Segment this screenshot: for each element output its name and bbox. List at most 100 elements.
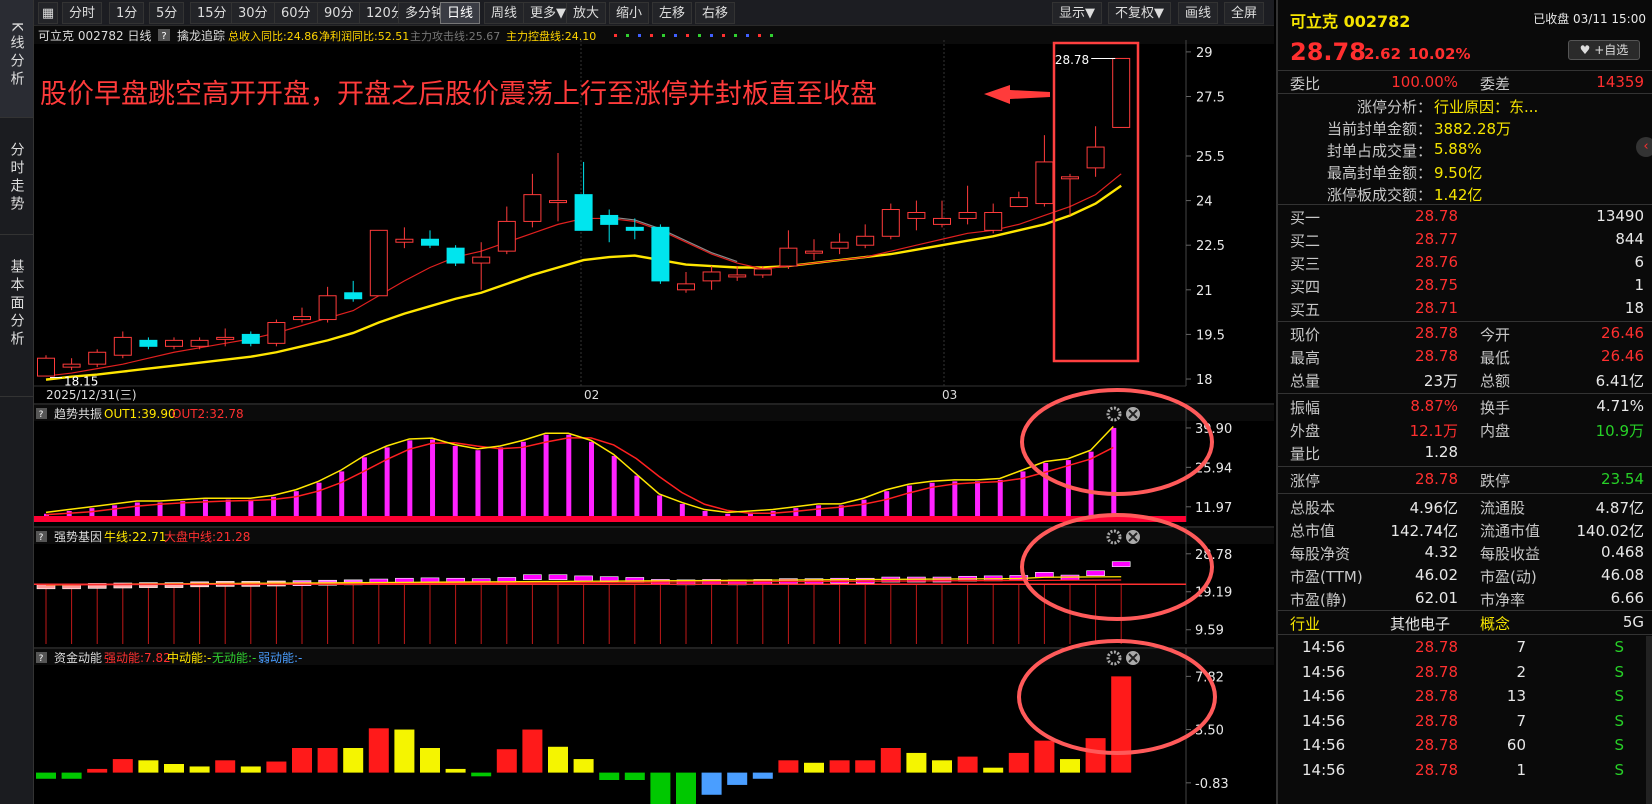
add-favorite-button[interactable]: ♥ +自选 — [1568, 40, 1640, 60]
candle — [1112, 57, 1131, 128]
fund-bar — [61, 772, 82, 779]
candle-body — [216, 336, 235, 340]
period-button-6[interactable]: 90分 — [317, 2, 361, 24]
action-button-0[interactable]: 放大 — [566, 2, 607, 24]
candle-body — [190, 339, 209, 347]
candle-body — [574, 194, 593, 231]
weicha-value: 14359 — [1596, 73, 1644, 91]
layout-grid-icon[interactable]: ▦ — [38, 2, 58, 24]
tick-time: 14:56 — [1302, 687, 1346, 705]
price-tick-label: 18 — [1196, 373, 1213, 388]
header-dot — [614, 34, 617, 37]
tick-scrollbar[interactable] — [1646, 636, 1652, 804]
tick-time: 14:56 — [1302, 662, 1346, 681]
candle-body — [88, 351, 107, 365]
right-action-button-0[interactable]: 显示▼ — [1052, 2, 1102, 24]
candle-body — [344, 292, 363, 300]
month-02-label: 02 — [584, 388, 599, 402]
candle-body — [958, 211, 977, 219]
divider — [1278, 634, 1652, 635]
fund-bar — [983, 767, 1004, 773]
side-tab-2[interactable]: 基本面分析 — [0, 237, 33, 397]
period-button-3[interactable]: 15分 — [190, 2, 234, 24]
right-action-button-2[interactable]: 画线 — [1178, 2, 1219, 24]
period-button-9[interactable]: 日线 — [440, 2, 481, 24]
action-button-3[interactable]: 右移 — [695, 2, 736, 24]
period-button-4[interactable]: 30分 — [231, 2, 275, 24]
right-action-button-1[interactable]: 不复权▼ — [1108, 2, 1171, 24]
stat-value-left: 62.01 — [1415, 589, 1458, 607]
panel-tick-label: -0.83 — [1195, 777, 1229, 792]
trend-bar — [316, 482, 322, 518]
date-start-label: 2025/12/31(三) — [46, 388, 137, 402]
fund-bar — [36, 772, 56, 779]
industry-value: 其他电子 — [1390, 615, 1451, 633]
fund-bar — [292, 748, 312, 773]
candle-body — [830, 241, 849, 249]
period-button-1[interactable]: 1分 — [109, 2, 145, 24]
right-action-button-3[interactable]: 全屏 — [1224, 2, 1265, 24]
fund-bar — [906, 752, 927, 773]
side-tab-1[interactable]: 分时走势 — [0, 120, 33, 235]
action-button-2[interactable]: 左移 — [652, 2, 693, 24]
side-tab-0[interactable]: K线分析 — [0, 0, 33, 118]
header-dot — [758, 34, 761, 37]
stat-value-right: 4.71% — [1596, 397, 1644, 415]
bid-label: 买二 — [1290, 232, 1321, 250]
stat-label-left: 市盈(静) — [1290, 591, 1347, 609]
stat-value-right: 6.41亿 — [1595, 372, 1644, 390]
trend-bar — [975, 481, 981, 518]
period-button-0[interactable]: 分时 — [62, 2, 103, 24]
chart-area[interactable]: 可立克 002782 日线? 擒龙追踪 总收入同比:24.86 净利润同比:52.51… — [34, 26, 1274, 804]
tick-volume: 2 — [1516, 662, 1526, 681]
bid-price: 28.78 — [1415, 207, 1458, 225]
candle-body — [856, 235, 875, 246]
bid-volume: 13490 — [1596, 207, 1644, 225]
header-dot — [734, 34, 737, 37]
candle-body — [113, 336, 132, 356]
fund-bar — [343, 748, 364, 773]
bid-label: 买五 — [1290, 301, 1321, 319]
fund-bar — [650, 772, 671, 804]
period-button-10[interactable]: 周线 — [484, 2, 525, 24]
header-dot — [650, 34, 653, 37]
bid-label: 买一 — [1290, 209, 1321, 227]
bid-row: 买二 28.77 844 — [1278, 228, 1652, 251]
trend-bar — [248, 499, 254, 518]
candle-body — [523, 194, 542, 222]
stat-row: 市盈(静) 62.01 市净率 6.66 — [1278, 587, 1652, 610]
tick-price: 28.78 — [1415, 711, 1458, 730]
industry-label: 行业 — [1290, 615, 1321, 633]
candle-body — [37, 357, 55, 377]
limit-label: 封单占成交量： — [1326, 142, 1432, 160]
fund-bar — [599, 772, 620, 780]
stat-row: 总股本 4.96亿 流通股 4.87亿 — [1278, 495, 1652, 518]
candle-body — [779, 247, 798, 267]
tick-side: S — [1614, 711, 1624, 730]
period-button-5[interactable]: 60分 — [274, 2, 318, 24]
period-button-2[interactable]: 5分 — [149, 2, 185, 24]
action-button-1[interactable]: 缩小 — [609, 2, 650, 24]
panel2-bull-line: 牛线:22.71 — [104, 529, 166, 544]
collapse-panel-icon[interactable]: ‹ — [1636, 137, 1652, 157]
tick-price: 28.78 — [1415, 687, 1458, 705]
tick-volume: 13 — [1506, 687, 1526, 705]
trend-bar — [430, 439, 436, 518]
candle — [369, 229, 388, 297]
panel-tick-label: 11.97 — [1195, 501, 1232, 516]
gene-block — [548, 574, 568, 580]
fund-bar — [266, 761, 287, 773]
divider — [1278, 393, 1652, 394]
fund-bar — [471, 772, 492, 777]
trend-bar — [1088, 451, 1094, 518]
side-tab-label: 基本面分析 — [8, 259, 25, 349]
help-icon-label: ? — [161, 31, 166, 42]
bid-price: 28.76 — [1415, 253, 1458, 271]
indicator-name: 擒龙追踪 — [177, 28, 225, 43]
tick-side: S — [1614, 638, 1624, 656]
trend-bar — [952, 481, 958, 518]
stat-value-left: 12.1万 — [1409, 422, 1458, 440]
trend-bar — [543, 434, 549, 518]
candle-body — [369, 229, 388, 297]
tick-side: S — [1614, 760, 1624, 779]
